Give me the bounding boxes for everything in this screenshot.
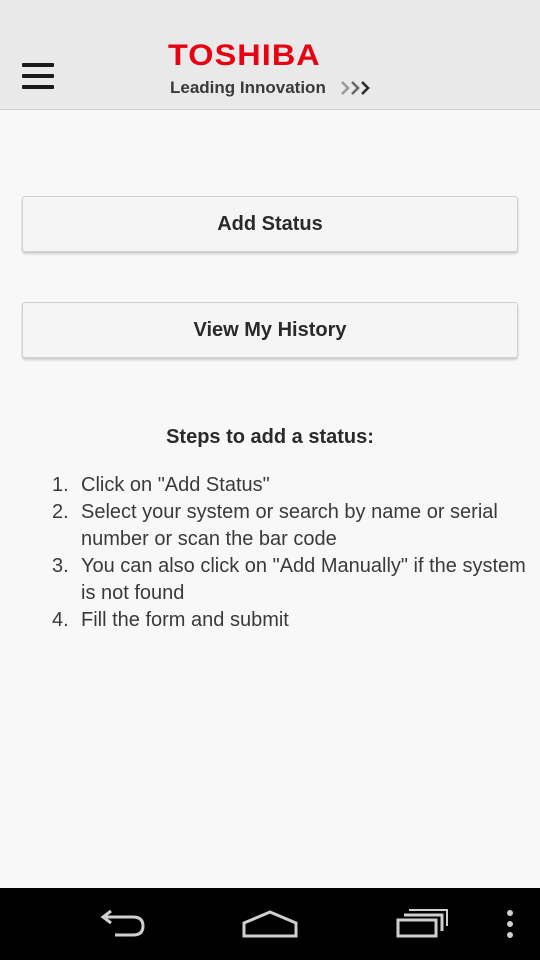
step-number: 4. — [52, 609, 69, 631]
home-icon — [242, 910, 298, 938]
step-number: 1. — [52, 474, 69, 496]
logo-tagline-text: Leading Innovation — [170, 78, 326, 97]
view-my-history-button[interactable]: View My History — [22, 302, 518, 358]
step-item: 1. Click on "Add Status" — [52, 472, 526, 499]
step-number: 2. — [52, 501, 69, 523]
overflow-menu-icon — [507, 910, 513, 938]
step-item: 4. Fill the form and submit — [52, 607, 526, 634]
overflow-menu-button[interactable] — [495, 888, 525, 960]
hamburger-menu-icon[interactable] — [20, 60, 56, 92]
home-button[interactable] — [230, 888, 310, 960]
recent-apps-icon — [396, 909, 448, 938]
system-nav-bar — [0, 888, 540, 960]
step-item: 3. You can also click on "Add Manually" … — [52, 553, 526, 607]
step-text: You can also click on "Add Manually" if … — [81, 555, 526, 604]
step-text: Click on "Add Status" — [81, 474, 270, 496]
back-icon — [100, 909, 145, 937]
logo-brand-text: TOSHIBA — [168, 39, 321, 72]
steps-title: Steps to add a status: — [166, 426, 374, 448]
back-button[interactable] — [80, 888, 160, 960]
app-screen: TOSHIBA Leading Innovation Add Status Vi… — [0, 0, 540, 960]
toshiba-logo: TOSHIBA Leading Innovation — [168, 40, 388, 102]
recent-apps-button[interactable] — [382, 888, 462, 960]
step-text: Select your system or search by name or … — [81, 501, 498, 550]
steps-list: 1. Click on "Add Status" 2. Select your … — [52, 472, 526, 634]
add-status-button[interactable]: Add Status — [22, 196, 518, 252]
step-item: 2. Select your system or search by name … — [52, 499, 526, 553]
step-number: 3. — [52, 555, 69, 577]
app-header: TOSHIBA Leading Innovation — [0, 0, 540, 110]
step-text: Fill the form and submit — [81, 609, 289, 631]
chevrons-icon — [341, 81, 370, 95]
